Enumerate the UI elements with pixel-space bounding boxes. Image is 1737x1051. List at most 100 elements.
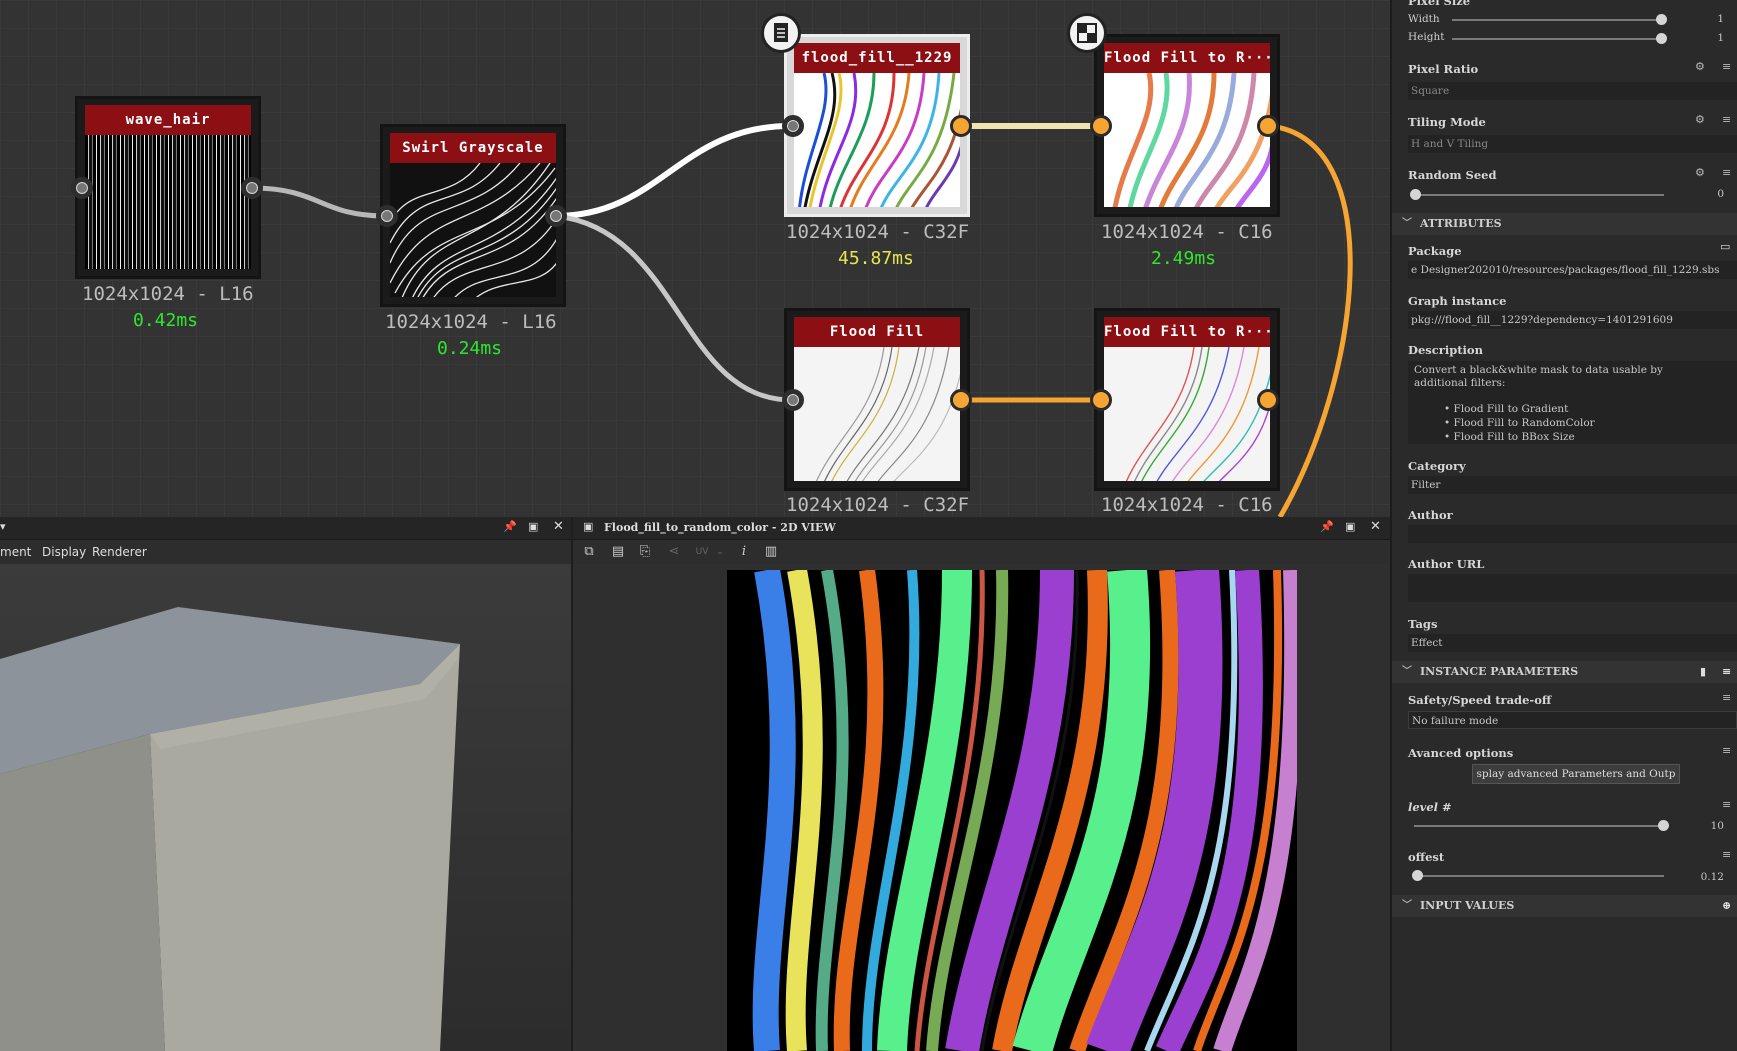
- menu-icon[interactable]: ≡: [1722, 798, 1731, 811]
- uv-toggle[interactable]: UV: [691, 545, 713, 559]
- add-icon[interactable]: ⊕: [1722, 895, 1731, 917]
- output-port[interactable]: [545, 205, 567, 227]
- random-seed-slider[interactable]: [1414, 194, 1664, 196]
- connection-swirl-to-floodfill1229: [555, 123, 791, 219]
- view-2d-icon: ▣: [583, 520, 594, 533]
- height-slider-handle[interactable]: [1656, 33, 1667, 44]
- chevron-down-icon: ﹀: [1402, 666, 1412, 677]
- 3d-viewport[interactable]: [0, 564, 571, 1051]
- section-title: INSTANCE PARAMETERS: [1420, 665, 1579, 678]
- input-port[interactable]: [376, 205, 398, 227]
- pin-icon[interactable]: 📌: [1320, 520, 1334, 533]
- tags-field[interactable]: Effect: [1408, 634, 1737, 652]
- node-flood-fill-to-random-color-2[interactable]: Flood Fill to R···: [1094, 308, 1280, 491]
- checker-icon[interactable]: [1067, 13, 1107, 53]
- node-title: Flood Fill: [794, 317, 960, 347]
- histogram-icon[interactable]: ▥: [763, 545, 779, 559]
- maximize-icon[interactable]: ▣: [1345, 520, 1355, 533]
- random-seed-value: 0: [1717, 188, 1724, 200]
- node-flood-fill[interactable]: Flood Fill: [784, 308, 970, 491]
- width-slider-handle[interactable]: [1656, 14, 1667, 25]
- panel-title-fragment: ▾: [0, 520, 6, 533]
- close-icon[interactable]: ✕: [553, 519, 564, 534]
- instance-parameters-section-header[interactable]: ﹀ INSTANCE PARAMETERS ▮ ≡: [1392, 661, 1737, 683]
- width-slider[interactable]: [1452, 19, 1662, 21]
- folder-icon[interactable]: ▭: [1720, 240, 1730, 253]
- safety-speed-select[interactable]: No failure mode: [1408, 711, 1737, 729]
- link-icon[interactable]: ⚙: [1695, 166, 1705, 179]
- input-port[interactable]: [782, 389, 804, 411]
- description-list: • Flood Fill to Gradient • Flood Fill to…: [1444, 402, 1731, 444]
- info-icon[interactable]: i: [736, 545, 752, 559]
- display-advanced-parameters-button[interactable]: splay advanced Parameters and Outp: [1472, 764, 1680, 784]
- description-field[interactable]: Convert a black&white mask to data usabl…: [1408, 361, 1737, 444]
- preset-icon[interactable]: ▮: [1700, 661, 1706, 683]
- menu-renderer[interactable]: Renderer: [92, 545, 147, 559]
- connection-wave-to-swirl: [251, 185, 387, 219]
- save-icon[interactable]: ▤: [610, 545, 626, 559]
- properties-panel[interactable]: Pixel Size Width 1 Height 1 Pixel Ratio …: [1390, 0, 1737, 1051]
- menu-icon[interactable]: ≡: [1722, 691, 1731, 704]
- close-icon[interactable]: ✕: [1370, 519, 1381, 534]
- section-title: INPUT VALUES: [1420, 899, 1515, 912]
- height-label: Height: [1408, 31, 1445, 43]
- input-port[interactable]: [1090, 389, 1112, 411]
- pin-icon[interactable]: 📌: [503, 520, 517, 533]
- node-thumbnail: [1104, 73, 1270, 207]
- output-port[interactable]: [241, 177, 263, 199]
- height-slider[interactable]: [1452, 38, 1662, 40]
- menu-display[interactable]: Display: [42, 545, 86, 559]
- output-port[interactable]: [950, 115, 972, 137]
- offset-slider[interactable]: [1414, 875, 1664, 877]
- menu-icon[interactable]: ≡: [1722, 60, 1731, 73]
- menu-icon[interactable]: ≡: [1722, 113, 1731, 126]
- menu-icon[interactable]: ≡: [1722, 661, 1731, 683]
- output-port[interactable]: [1257, 115, 1279, 137]
- level-slider-handle[interactable]: [1658, 820, 1669, 831]
- attributes-section-header[interactable]: ﹀ ATTRIBUTES: [1392, 213, 1737, 235]
- output-port[interactable]: [1257, 389, 1279, 411]
- node-flood-fill-1229[interactable]: flood_fill__1229: [784, 34, 970, 217]
- author-url-field[interactable]: [1408, 574, 1737, 602]
- offset-slider-handle[interactable]: [1412, 870, 1423, 881]
- input-port[interactable]: [782, 115, 804, 137]
- graph-instance-field[interactable]: pkg:///flood_fill__1229?dependency=14012…: [1408, 311, 1737, 329]
- level-slider[interactable]: [1414, 825, 1664, 827]
- chevron-down-icon[interactable]: ⌄: [712, 545, 728, 559]
- tiling-mode-select[interactable]: H and V Tiling: [1408, 135, 1737, 153]
- 2d-preview-image[interactable]: [727, 570, 1297, 1051]
- category-field[interactable]: Filter: [1408, 476, 1737, 494]
- 3d-view-menubar: ment Display Renderer: [0, 540, 571, 564]
- input-port[interactable]: [71, 177, 93, 199]
- node-thumbnail: [390, 163, 556, 297]
- author-field[interactable]: [1408, 525, 1737, 543]
- pixel-ratio-select[interactable]: Square: [1408, 82, 1737, 100]
- link-icon[interactable]: ⚙: [1695, 60, 1705, 73]
- random-seed-slider-handle[interactable]: [1410, 189, 1421, 200]
- section-title: ATTRIBUTES: [1420, 217, 1502, 230]
- copy-icon[interactable]: ⎘: [637, 545, 653, 559]
- node-graph-canvas[interactable]: wave_hair 1024x1024 - L16 0.42ms Swirl G…: [0, 0, 1390, 517]
- menu-icon[interactable]: ≡: [1722, 848, 1731, 861]
- package-field[interactable]: e Designer202010/resources/packages/floo…: [1408, 261, 1737, 279]
- level-value: 10: [1710, 820, 1724, 832]
- node-swirl-grayscale[interactable]: Swirl Grayscale: [380, 124, 566, 307]
- output-port[interactable]: [950, 389, 972, 411]
- link-icon[interactable]: ⚙: [1695, 113, 1705, 126]
- node-wave-hair[interactable]: wave_hair: [75, 96, 261, 279]
- input-values-section-header[interactable]: ﹀ INPUT VALUES ⊕: [1392, 895, 1737, 917]
- author-label: Author: [1408, 508, 1453, 522]
- node-resolution: 1024x1024 - C16: [1101, 494, 1273, 516]
- share-icon[interactable]: ⋖: [666, 545, 682, 559]
- document-icon[interactable]: [761, 13, 801, 53]
- menu-environment[interactable]: ment: [0, 545, 31, 559]
- node-flood-fill-to-random-color[interactable]: Flood Fill to R···: [1094, 34, 1280, 217]
- fit-view-icon[interactable]: ⧉: [581, 545, 597, 559]
- menu-icon[interactable]: ≡: [1722, 744, 1731, 757]
- list-item: • Flood Fill to RandomColor: [1444, 417, 1595, 429]
- maximize-icon[interactable]: ▣: [528, 520, 538, 533]
- 2d-view-panel[interactable]: ▣ Flood_fill_to_random_color - 2D VIEW 📌…: [573, 517, 1390, 1051]
- menu-icon[interactable]: ≡: [1722, 166, 1731, 179]
- 3d-view-panel[interactable]: ▾ 📌 ▣ ✕ ment Display Renderer: [0, 517, 573, 1051]
- input-port[interactable]: [1090, 115, 1112, 137]
